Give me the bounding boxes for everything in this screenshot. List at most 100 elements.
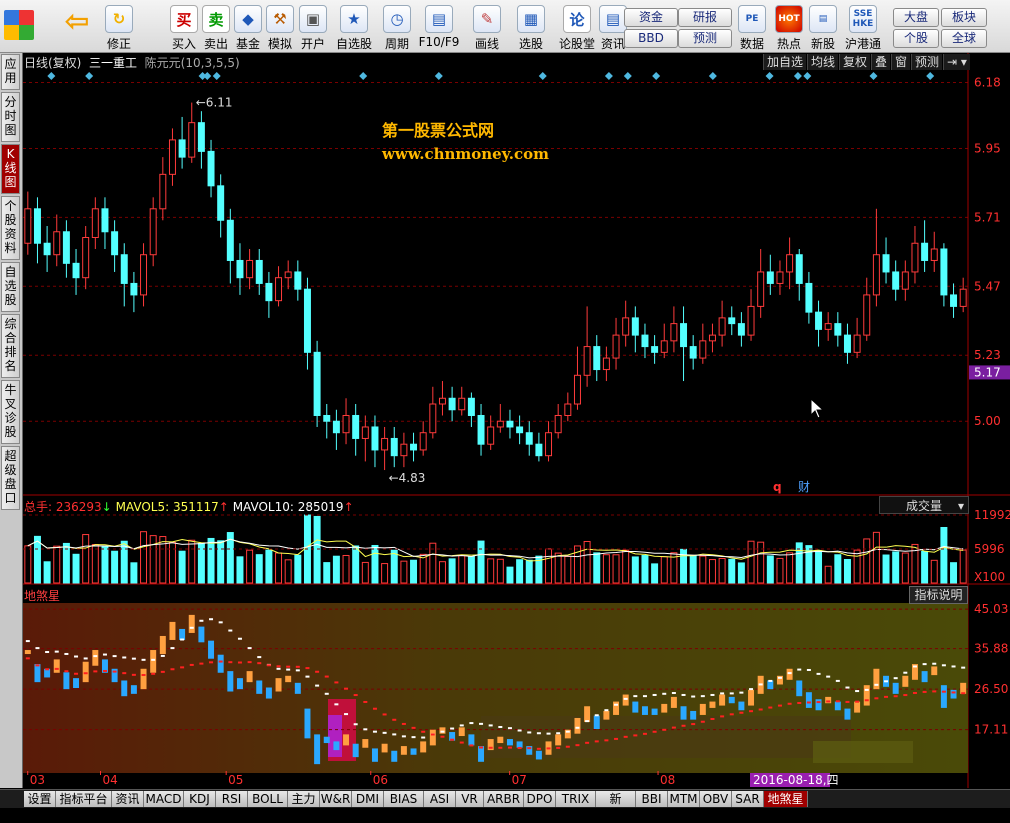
global-button[interactable]: 全球 bbox=[941, 29, 987, 48]
indicator-dash-red bbox=[845, 700, 850, 703]
left-tab-自选股[interactable]: 自选股 bbox=[1, 262, 20, 312]
forecast-button[interactable]: 预测 bbox=[678, 29, 732, 48]
left-tab-K线图[interactable]: K线图 bbox=[1, 144, 20, 194]
candle-body bbox=[525, 432, 533, 445]
volume-bar bbox=[689, 555, 697, 584]
indicator-dash-red bbox=[787, 702, 792, 705]
indicator-bar bbox=[699, 703, 706, 715]
bottom-tab-RSI[interactable]: RSI bbox=[216, 791, 248, 807]
volume-bar bbox=[496, 558, 504, 584]
chart-header-button[interactable]: 预测 bbox=[911, 54, 943, 70]
back-arrow-tool-button[interactable]: ⇦ bbox=[60, 2, 94, 50]
candle-body bbox=[275, 277, 283, 302]
candle-body bbox=[612, 334, 620, 359]
bottom-tab-W&R[interactable]: W&R bbox=[320, 791, 352, 807]
indicator-dash-white bbox=[276, 667, 281, 670]
bottom-tab-BOLL[interactable]: BOLL bbox=[248, 791, 288, 807]
more-chevron-icon[interactable]: ⇥ ▾ bbox=[943, 54, 970, 70]
volume-bar bbox=[120, 540, 128, 584]
market-button[interactable]: 大盘 bbox=[893, 8, 939, 27]
windows-grid-tool-button[interactable] bbox=[4, 2, 34, 50]
lock-icon: ▣ bbox=[299, 5, 327, 33]
bottom-tab-设置[interactable]: 设置 bbox=[24, 791, 56, 807]
candle-body bbox=[313, 351, 321, 416]
bottom-tab-指标平台[interactable]: 指标平台 bbox=[56, 791, 112, 807]
indicator-dash-red bbox=[209, 661, 214, 664]
bottom-tab-VR[interactable]: VR bbox=[456, 791, 484, 807]
indicator-bar bbox=[805, 692, 812, 708]
chart-header-button[interactable]: 均线 bbox=[807, 54, 839, 70]
bottom-tab-BBI[interactable]: BBI bbox=[636, 791, 668, 807]
indicator-dash-white bbox=[54, 650, 59, 653]
sector-button[interactable]: 板块 bbox=[941, 8, 987, 27]
volume-bar bbox=[381, 563, 389, 584]
bottom-tab-MACD[interactable]: MACD bbox=[144, 791, 184, 807]
refresh-tool-button[interactable]: ↻ 修正 bbox=[102, 2, 136, 51]
bottom-tab-TRIX[interactable]: TRIX bbox=[556, 791, 596, 807]
indicator-dash-white bbox=[247, 647, 252, 650]
kline-chart[interactable]: 6.18 5.95 5.71 5.47 5.23 5.00 5.17 ←6.11 ←4.83 q 财… bbox=[23, 53, 1010, 788]
fund-button[interactable]: 资金 bbox=[624, 8, 678, 27]
left-tab-超级盘口[interactable]: 超级盘口 bbox=[1, 446, 20, 510]
left-tab-牛叉诊股[interactable]: 牛叉诊股 bbox=[1, 380, 20, 444]
bottom-tab-主力[interactable]: 主力 bbox=[288, 791, 320, 807]
tool-label: 沪港通 bbox=[844, 37, 881, 51]
left-tab-分时图[interactable]: 分时图 bbox=[1, 92, 20, 142]
indicator-dash-red bbox=[681, 724, 686, 727]
screen-tool-button[interactable]: ▦ 选股 bbox=[512, 2, 550, 51]
clock-tool-button[interactable]: ◷ 周期 bbox=[378, 2, 416, 51]
chart-header-button[interactable]: 复权 bbox=[839, 54, 871, 70]
stock-button[interactable]: 个股 bbox=[893, 29, 939, 48]
mavol5-label: MAVOL5: bbox=[115, 500, 173, 514]
bottom-tab-BIAS[interactable]: BIAS bbox=[384, 791, 424, 807]
volume-bar bbox=[438, 561, 446, 584]
fund-tool-button[interactable]: ◆ 基金 bbox=[232, 2, 264, 51]
bbd-button[interactable]: BBD bbox=[624, 29, 678, 48]
chart-header-button[interactable]: 窗 bbox=[891, 54, 911, 70]
star-folder-tool-button[interactable]: ★ 自选股 bbox=[333, 2, 375, 51]
indicator-help-button[interactable]: 指标说明 bbox=[909, 586, 968, 604]
volume-selector[interactable]: 成交量 ▾ bbox=[879, 496, 969, 514]
chart-header-button[interactable]: 加自选 bbox=[763, 54, 807, 70]
bottom-tab-新DMA[interactable]: 新DMA bbox=[596, 791, 636, 822]
bottom-tab-SAR[interactable]: SAR bbox=[732, 791, 764, 807]
indicator-bar bbox=[121, 680, 128, 697]
pencil-tool-button[interactable]: ✎ 画线 bbox=[466, 2, 508, 51]
chart-area[interactable]: 6.18 5.95 5.71 5.47 5.23 5.00 5.17 ←6.11 ←4.83 q 财… bbox=[23, 53, 1010, 788]
bottom-tab-ARBR[interactable]: ARBR bbox=[484, 791, 524, 807]
forum-tool-button[interactable]: 论论股堂 bbox=[556, 2, 598, 51]
sse-hkex-tool-button[interactable]: SSE HKE 沪港通 bbox=[842, 2, 884, 51]
left-tab-综合排名[interactable]: 综合排名 bbox=[1, 314, 20, 378]
indicator-dash-red bbox=[131, 673, 136, 676]
bottom-tab-MTM[interactable]: MTM bbox=[668, 791, 700, 807]
report-button[interactable]: 研报 bbox=[678, 8, 732, 27]
left-tab-应用[interactable]: 应用 bbox=[1, 54, 20, 90]
bottom-tab-KDJ[interactable]: KDJ bbox=[184, 791, 216, 807]
hammer-tool-button[interactable]: ⚒ 模拟 bbox=[264, 2, 296, 51]
indicator-tick-label: 35.88 bbox=[974, 642, 1008, 656]
hammer-icon: ⚒ bbox=[266, 5, 294, 33]
indicator-dash-red bbox=[507, 746, 512, 749]
bottom-tab-地煞星[interactable]: 地煞星 bbox=[764, 791, 808, 807]
bottom-tab-ASI[interactable]: ASI bbox=[424, 791, 456, 807]
left-tab-个股资料[interactable]: 个股资料 bbox=[1, 196, 20, 260]
pe-tool-button[interactable]: PE 数据 bbox=[734, 2, 770, 51]
sell-tool-button[interactable]: 卖卖出 bbox=[200, 2, 232, 51]
new-stock-tool-button[interactable]: ▤ 新股 bbox=[808, 2, 838, 51]
indicator-bar bbox=[265, 687, 272, 699]
indicator-dash-white bbox=[122, 656, 127, 659]
volume-bar bbox=[448, 558, 456, 584]
f10-tool-button[interactable]: ▤ F10/F9 bbox=[418, 2, 460, 50]
bottom-tab-DMI[interactable]: DMI bbox=[352, 791, 384, 807]
indicator-bar bbox=[371, 748, 378, 762]
chart-header-button[interactable]: 叠 bbox=[871, 54, 891, 70]
bottom-tab-DPO[interactable]: DPO bbox=[524, 791, 556, 807]
bottom-tab-OBV[interactable]: OBV bbox=[700, 791, 732, 807]
lock-tool-button[interactable]: ▣ 开户 bbox=[297, 2, 329, 51]
indicator-dash-red bbox=[903, 694, 908, 697]
hot-tool-button[interactable]: HOT 热点 bbox=[772, 2, 806, 51]
indicator-dash-white bbox=[315, 684, 320, 687]
buy-tool-button[interactable]: 买买入 bbox=[168, 2, 200, 51]
bottom-tab-资讯[interactable]: 资讯 bbox=[112, 791, 144, 807]
indicator-dash-red bbox=[411, 726, 416, 729]
